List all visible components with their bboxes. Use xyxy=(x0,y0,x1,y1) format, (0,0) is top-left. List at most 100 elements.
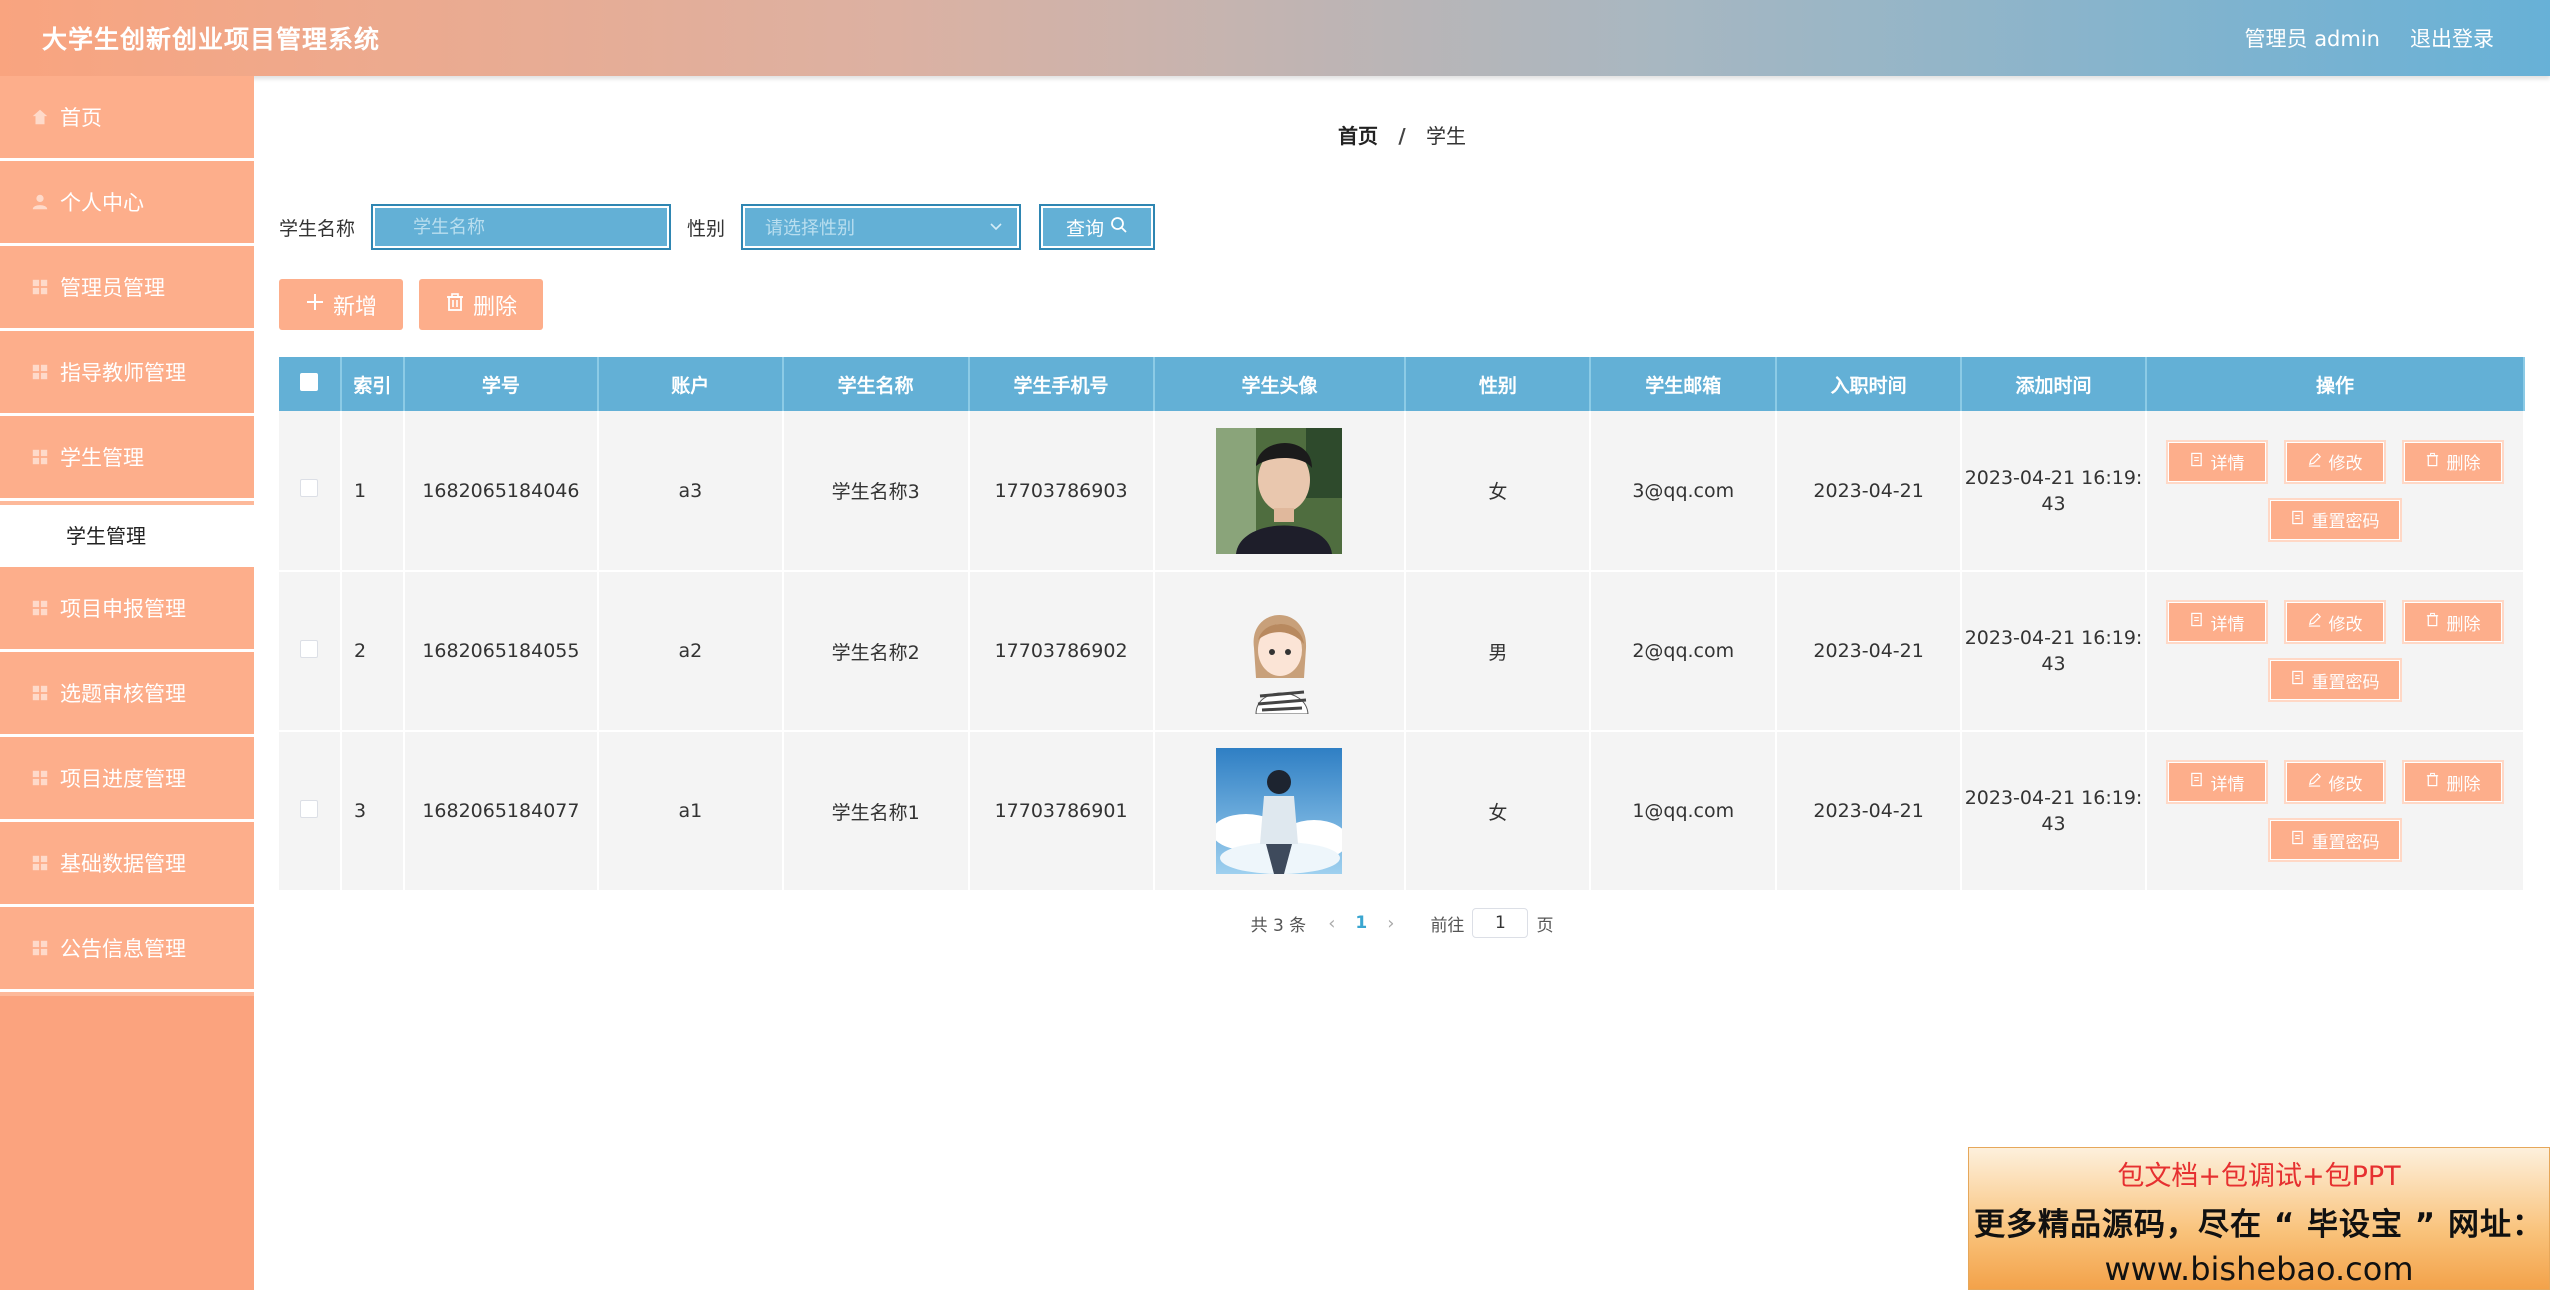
cell-join-date: 2023-04-21 xyxy=(1776,411,1963,572)
document-icon xyxy=(2290,670,2305,690)
grid-icon xyxy=(30,277,50,297)
goto-label: 前往 xyxy=(1430,915,1465,936)
detail-button[interactable]: 详情 xyxy=(2165,439,2268,484)
chevron-down-icon xyxy=(989,217,1003,238)
detail-button[interactable]: 详情 xyxy=(2165,760,2268,804)
pagination: 共 3 条 ‹ 1 › 前往 页 xyxy=(254,908,2550,938)
row-delete-button[interactable]: 删除 xyxy=(2401,439,2504,484)
next-page-icon[interactable]: › xyxy=(1387,913,1394,934)
pagination-total: 共 3 条 xyxy=(1250,915,1307,936)
add-button[interactable]: 新增 xyxy=(279,279,404,330)
detail-button-label: 详情 xyxy=(2210,614,2245,635)
cell-phone: 17703786901 xyxy=(968,731,1155,892)
sidebar-item-teacher[interactable]: 指导教师管理 xyxy=(0,331,254,416)
cell-gender: 女 xyxy=(1405,411,1592,572)
row-checkbox[interactable] xyxy=(300,639,319,658)
query-button[interactable]: 查询 xyxy=(1039,204,1156,250)
edit-button-label: 修改 xyxy=(2328,774,2363,795)
sidebar-item-topic-review[interactable]: 选题审核管理 xyxy=(0,652,254,737)
edit-button[interactable]: 修改 xyxy=(2283,439,2386,484)
reset-password-button[interactable]: 重置密码 xyxy=(2267,818,2402,862)
cell-gender: 女 xyxy=(1405,731,1592,892)
avatar-photo-man[interactable] xyxy=(1216,427,1343,554)
cell-index: 2 xyxy=(340,571,405,732)
trash-icon xyxy=(445,292,465,318)
home-icon xyxy=(30,107,50,127)
cell-index: 3 xyxy=(340,731,405,892)
reset-password-button[interactable]: 重置密码 xyxy=(2267,497,2402,542)
edit-icon xyxy=(2307,772,2322,792)
cell-email: 1@qq.com xyxy=(1590,731,1778,892)
sidebar-item-label: 指导教师管理 xyxy=(60,361,186,385)
select-all-checkbox[interactable] xyxy=(300,372,319,391)
cell-name: 学生名称1 xyxy=(782,731,970,892)
promo-line1: 包文档+包调试+包PPT xyxy=(2117,1161,2401,1192)
promo-banner[interactable]: 包文档+包调试+包PPT 更多精品源码，尽在 “ 毕设宝 ” 网址： www.b… xyxy=(1968,1147,2550,1290)
document-icon xyxy=(2290,830,2305,850)
ops-row: 详情 修改 删除 xyxy=(2165,600,2504,644)
gender-filter-label: 性别 xyxy=(687,217,726,240)
cell-ops: 详情 修改 删除 重置密码 xyxy=(2145,411,2526,572)
col-header: 操作 xyxy=(2145,357,2526,411)
table-row: 2 1682065184055 a2 学生名称2 17703786902 男 2… xyxy=(279,571,2526,732)
sidebar-item-progress[interactable]: 项目进度管理 xyxy=(0,737,254,822)
promo-line2: 更多精品源码，尽在 “ 毕设宝 ” 网址： xyxy=(1974,1207,2544,1243)
ops-row: 详情 修改 删除 xyxy=(2165,760,2504,804)
breadcrumb-home[interactable]: 首页 xyxy=(1338,124,1378,148)
sidebar-subitem-student[interactable]: 学生管理 xyxy=(0,501,254,567)
grid-icon xyxy=(30,362,50,382)
prev-page-icon[interactable]: ‹ xyxy=(1328,913,1335,934)
sidebar-item-label: 项目进度管理 xyxy=(60,767,186,791)
sidebar-item-student[interactable]: 学生管理 xyxy=(0,416,254,501)
sidebar-item-label: 公告信息管理 xyxy=(60,937,186,961)
row-delete-button[interactable]: 删除 xyxy=(2401,600,2504,644)
promo-url: www.bishebao.com xyxy=(2104,1250,2414,1288)
added-time-line1: 2023-04-21 16:19: xyxy=(1964,627,2143,649)
grid-icon xyxy=(30,683,50,703)
plus-icon xyxy=(305,292,325,318)
goto-page-input[interactable] xyxy=(1472,908,1529,938)
added-time-line2: 43 xyxy=(2041,492,2066,515)
detail-button[interactable]: 详情 xyxy=(2165,600,2268,644)
sidebar-item-profile[interactable]: 个人中心 xyxy=(0,161,254,246)
cell-join-date: 2023-04-21 xyxy=(1776,571,1963,732)
add-button-label: 新增 xyxy=(333,294,378,320)
edit-button[interactable]: 修改 xyxy=(2283,600,2386,644)
top-header: 大学生创新创业项目管理系统 管理员 admin 退出登录 xyxy=(0,0,2550,76)
trash-icon xyxy=(2425,612,2440,632)
edit-button[interactable]: 修改 xyxy=(2283,760,2386,804)
cell-join-date: 2023-04-21 xyxy=(1776,731,1963,892)
col-header: 索引 xyxy=(340,357,405,411)
reset-password-button[interactable]: 重置密码 xyxy=(2267,658,2402,702)
avatar-illustration-boy-sky[interactable] xyxy=(1216,748,1343,874)
grid-icon xyxy=(30,768,50,788)
sidebar-item-home[interactable]: 首页 xyxy=(0,76,254,161)
gender-select[interactable]: 请选择性别 xyxy=(741,204,1022,250)
row-checkbox[interactable] xyxy=(300,799,319,818)
sidebar-item-admin[interactable]: 管理员管理 xyxy=(0,246,254,331)
col-header: 学生头像 xyxy=(1153,357,1407,411)
row-select-cell xyxy=(279,411,342,572)
name-search-input[interactable] xyxy=(371,204,672,250)
sidebar-item-project-apply[interactable]: 项目申报管理 xyxy=(0,567,254,652)
col-header: 学生手机号 xyxy=(968,357,1155,411)
row-checkbox[interactable] xyxy=(300,479,319,497)
table-header-row: 索引 学号 账户 学生名称 学生手机号 学生头像 性别 学生邮箱 入职时间 添加… xyxy=(279,357,2526,411)
col-header: 性别 xyxy=(1405,357,1592,411)
col-header: 入职时间 xyxy=(1776,357,1963,411)
current-user: 管理员 admin xyxy=(2244,27,2380,51)
avatar-illustration-girl[interactable] xyxy=(1216,588,1343,714)
added-time-line1: 2023-04-21 16:19: xyxy=(1964,787,2143,809)
delete-button[interactable]: 删除 xyxy=(419,279,544,330)
main-content: 首页 / 学生 学生名称 性别 请选择性别 查询 新增 删除 索引 xyxy=(254,76,2550,1290)
col-header: 学号 xyxy=(403,357,599,411)
sidebar-item-label: 首页 xyxy=(60,106,102,130)
row-delete-button[interactable]: 删除 xyxy=(2401,760,2504,804)
search-icon xyxy=(1110,216,1128,239)
page-number-current[interactable]: 1 xyxy=(1355,913,1367,933)
logout-link[interactable]: 退出登录 xyxy=(2410,23,2494,53)
edit-button-label: 修改 xyxy=(2328,454,2363,474)
sidebar-item-notice[interactable]: 公告信息管理 xyxy=(0,907,254,992)
sidebar-item-base-data[interactable]: 基础数据管理 xyxy=(0,822,254,907)
cell-avatar xyxy=(1153,731,1407,892)
